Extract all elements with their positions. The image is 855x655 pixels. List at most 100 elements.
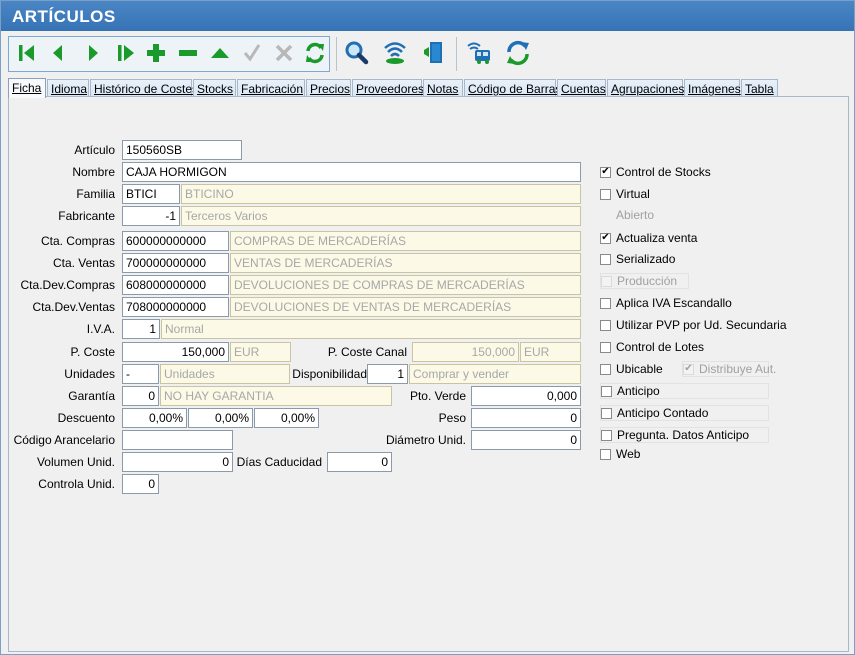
nombre-field[interactable]: CAJA HORMIGON xyxy=(122,162,581,182)
p-coste-label: P. Coste xyxy=(70,345,115,359)
peso-field[interactable]: 0 xyxy=(471,408,581,428)
tab-historico-de-costes[interactable]: Histórico de Costes xyxy=(90,79,198,97)
articulos-window: ARTÍCULOS Ficha Idioma Histórico de Cost… xyxy=(0,0,855,655)
dias-caducidad-field[interactable]: 0 xyxy=(327,452,392,472)
cta-compras-desc-field: COMPRAS DE MERCADERÍAS xyxy=(230,231,581,251)
familia-code-field[interactable]: BTICI xyxy=(122,184,180,204)
tab-notas[interactable]: Notas xyxy=(423,79,463,97)
refresh-button[interactable] xyxy=(300,35,330,71)
utilizar-pvp-checkbox[interactable]: Utilizar PVP por Ud. Secundaria xyxy=(600,317,787,333)
checkbox-label: Serializado xyxy=(616,252,676,266)
checkbox-box xyxy=(600,253,611,265)
descuento-3-field[interactable]: 0,00% xyxy=(254,408,319,428)
descuento-2-field[interactable]: 0,00% xyxy=(188,408,253,428)
refresh-icon xyxy=(306,42,324,64)
tab-cuentas[interactable]: Cuentas xyxy=(557,79,606,97)
cta-compras-code-field[interactable]: 600000000000 xyxy=(122,231,229,251)
articulo-label: Artículo xyxy=(74,143,115,157)
cancel-edit-button[interactable] xyxy=(269,35,299,71)
magnifier-icon xyxy=(345,41,369,65)
x-icon xyxy=(275,44,293,62)
anticipo-checkbox[interactable]: Anticipo xyxy=(600,383,769,399)
articulo-field[interactable]: 150560SB xyxy=(122,140,242,160)
iva-code-field[interactable]: 1 xyxy=(122,319,160,339)
tab-tabla[interactable]: Tabla xyxy=(741,79,778,97)
first-record-button[interactable] xyxy=(12,35,42,71)
tab-stocks[interactable]: Stocks xyxy=(193,79,236,97)
tab-imagenes[interactable]: Imágenes xyxy=(684,79,741,97)
next-record-button[interactable] xyxy=(78,35,108,71)
tab-proveedores[interactable]: Proveedores xyxy=(352,79,424,97)
nombre-label: Nombre xyxy=(72,165,115,179)
garantia-code-field[interactable]: 0 xyxy=(122,386,159,406)
checkbox-box: ✔ xyxy=(600,166,611,178)
exit-button[interactable] xyxy=(419,35,449,71)
checkmark-icon: ✔ xyxy=(684,363,693,374)
controla-unid-field[interactable]: 0 xyxy=(122,474,159,494)
broadcast-button[interactable] xyxy=(380,35,410,71)
previous-record-button[interactable] xyxy=(43,35,73,71)
unidades-code-field[interactable]: - xyxy=(122,364,159,384)
tab-fabricacion[interactable]: Fabricación xyxy=(237,79,305,97)
cta-dev-compras-label: Cta.Dev.Compras xyxy=(20,278,115,292)
tab-precios[interactable]: Precios xyxy=(306,79,351,97)
control-stocks-checkbox[interactable]: ✔ Control de Stocks xyxy=(600,164,711,180)
garantia-desc-field: NO HAY GARANTIA xyxy=(160,386,392,406)
pto-verde-field[interactable]: 0,000 xyxy=(471,386,581,406)
cta-ventas-code-field[interactable]: 700000000000 xyxy=(122,253,229,273)
checkbox-label: Utilizar PVP por Ud. Secundaria xyxy=(616,318,787,332)
cta-dev-compras-code-field[interactable]: 608000000000 xyxy=(122,275,229,295)
anticipo-contado-checkbox[interactable]: Anticipo Contado xyxy=(600,405,769,421)
volumen-label: Volumen Unid. xyxy=(36,455,115,469)
aplica-iva-escandallo-checkbox[interactable]: Aplica IVA Escandallo xyxy=(600,295,732,311)
virtual-checkbox[interactable]: Virtual xyxy=(600,186,650,202)
ubicable-checkbox[interactable]: Ubicable xyxy=(600,361,663,377)
tab-idioma[interactable]: Idioma xyxy=(47,79,89,97)
checkbox-label: Aplica IVA Escandallo xyxy=(616,296,732,310)
tab-codigo-de-barras[interactable]: Código de Barras xyxy=(464,79,561,97)
disponibilidad-code-field[interactable]: 1 xyxy=(367,364,408,384)
add-record-button[interactable] xyxy=(141,35,171,71)
cta-dev-ventas-code-field[interactable]: 708000000000 xyxy=(122,297,229,317)
ficha-panel: Artículo 150560SB Nombre CAJA HORMIGON F… xyxy=(8,96,849,652)
diametro-field[interactable]: 0 xyxy=(471,430,581,450)
volumen-field[interactable]: 0 xyxy=(122,452,233,472)
web-checkbox[interactable]: Web xyxy=(600,446,640,462)
checkbox-label: Web xyxy=(616,447,641,461)
checkbox-box: ✔ xyxy=(683,363,694,375)
toolbar-separator xyxy=(456,37,457,71)
actualiza-venta-checkbox[interactable]: ✔ Actualiza venta xyxy=(600,230,697,246)
dias-caducidad-label: Días Caducidad xyxy=(236,455,322,469)
garantia-label: Garantía xyxy=(68,389,115,403)
p-coste-field[interactable]: 150,000 xyxy=(122,342,229,362)
checkmark-icon: ✔ xyxy=(601,166,610,177)
p-coste-canal-field: 150,000 xyxy=(412,342,519,362)
pregunta-datos-anticipo-checkbox[interactable]: Pregunta. Datos Anticipo xyxy=(600,427,769,443)
cta-dev-ventas-label: Cta.Dev.Ventas xyxy=(32,300,116,314)
cta-dev-ventas-desc-field: DEVOLUCIONES DE VENTAS DE MERCADERÍAS xyxy=(230,297,581,317)
codigo-arancelario-field[interactable] xyxy=(122,430,233,450)
last-record-button[interactable] xyxy=(111,35,141,71)
tab-agrupaciones[interactable]: Agrupaciones xyxy=(607,79,684,97)
fabricante-code-field[interactable]: -1 xyxy=(122,206,180,226)
serializado-checkbox[interactable]: Serializado xyxy=(600,251,675,267)
tab-ficha[interactable]: Ficha xyxy=(8,78,46,98)
unidades-desc-field: Unidades xyxy=(160,364,290,384)
transport-button[interactable] xyxy=(464,35,494,71)
checkbox-label: Anticipo Contado xyxy=(617,406,709,420)
sync-button[interactable] xyxy=(503,35,533,71)
delete-record-button[interactable] xyxy=(173,35,203,71)
abierto-checkbox: Abierto xyxy=(600,207,654,223)
control-lotes-checkbox[interactable]: Control de Lotes xyxy=(600,339,704,355)
descuento-1-field[interactable]: 0,00% xyxy=(122,408,187,428)
codigo-arancelario-label: Código Arancelario xyxy=(13,433,115,447)
toolbar xyxy=(6,35,566,75)
sync-icon xyxy=(507,40,529,66)
checkbox-label: Anticipo xyxy=(617,384,660,398)
edit-record-button[interactable] xyxy=(205,35,235,71)
controla-unid-label: Controla Unid. xyxy=(38,477,115,491)
tab-strip: Ficha Idioma Histórico de Costes Stocks Fabr… xyxy=(8,78,853,98)
confirm-edit-button[interactable] xyxy=(237,35,267,71)
search-button[interactable] xyxy=(341,35,371,71)
toolbar-separator xyxy=(336,37,337,71)
